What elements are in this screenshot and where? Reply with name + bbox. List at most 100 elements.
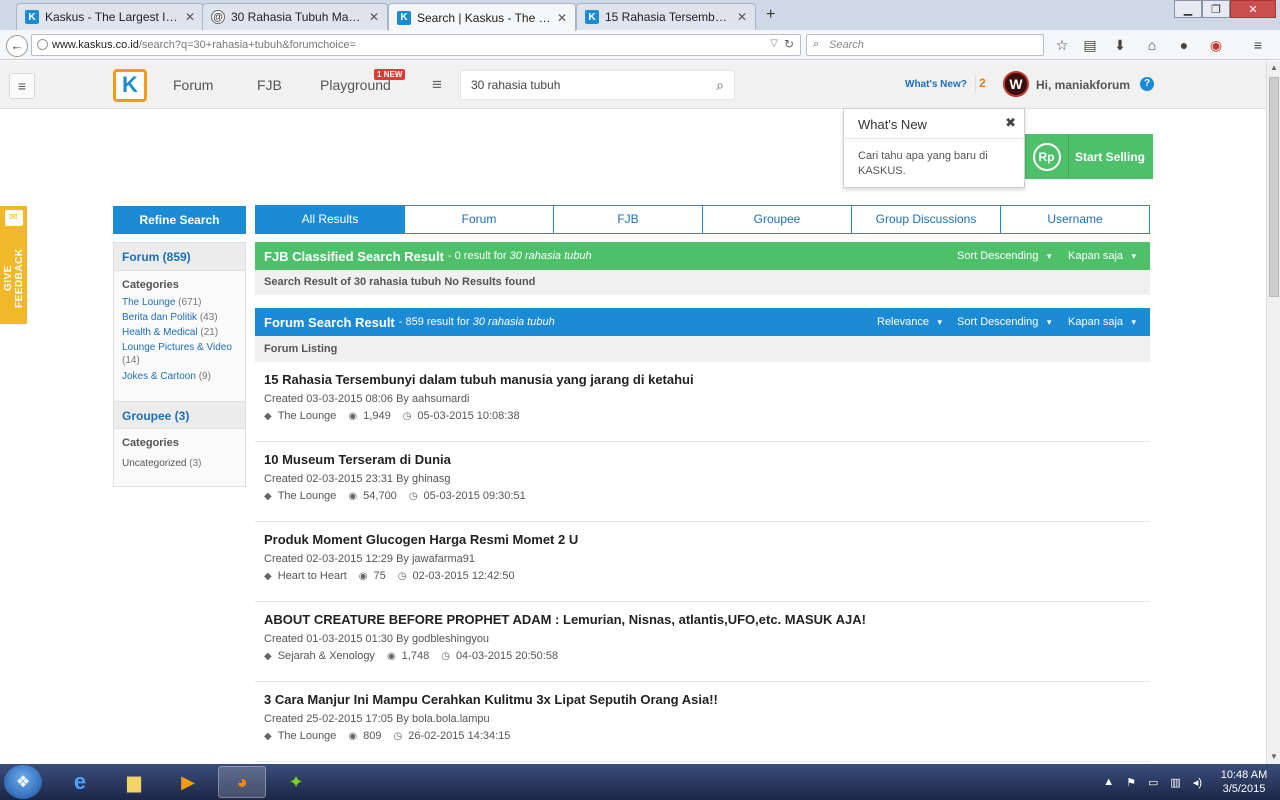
- chat-icon[interactable]: ●: [1175, 37, 1193, 53]
- scroll-down-icon[interactable]: ▼: [1267, 750, 1280, 764]
- category-item[interactable]: Lounge Pictures & Video (14): [114, 339, 245, 367]
- page-scrollbar[interactable]: ▲ ▼: [1266, 61, 1280, 764]
- tab-groupee[interactable]: Groupee: [703, 206, 852, 233]
- result-title-link[interactable]: ABOUT CREATURE BEFORE PROPHET ADAM : Lem…: [264, 612, 866, 627]
- result-title-link[interactable]: 15 Rahasia Tersembunyi dalam tubuh manus…: [264, 372, 694, 387]
- result-meta: ◆ Heart to Heart ◉ 75 ◷ 02-03-2015 12:42:50: [264, 570, 515, 582]
- network-icon[interactable]: ▥: [1170, 776, 1180, 789]
- reload-icon[interactable]: ↻: [784, 37, 794, 51]
- clock[interactable]: 10:48 AM 3/5/2015: [1214, 768, 1274, 796]
- clock-icon: ◷: [408, 490, 418, 502]
- category-item[interactable]: Jokes & Cartoon (9): [114, 367, 245, 383]
- browser-search-input[interactable]: ⌕ Search: [806, 34, 1044, 56]
- search-icon[interactable]: ⌕: [716, 71, 724, 99]
- close-window-button[interactable]: ✕: [1230, 0, 1276, 18]
- minimize-button[interactable]: ▁: [1174, 0, 1202, 18]
- tab-close-icon[interactable]: ✕: [737, 10, 747, 24]
- category-item[interactable]: Uncategorized (3): [114, 449, 245, 470]
- help-icon[interactable]: ?: [1140, 77, 1154, 91]
- whats-new-count[interactable]: 2: [975, 76, 989, 92]
- result-category-link[interactable]: The Lounge: [278, 730, 337, 742]
- internet-explorer-icon[interactable]: e: [56, 766, 104, 798]
- download-manager-icon[interactable]: ✦: [272, 766, 320, 798]
- show-hidden-icons-icon[interactable]: ▲: [1103, 776, 1114, 788]
- display-icon[interactable]: ▭: [1148, 776, 1158, 789]
- browser-tab-2[interactable]: @ 30 Rahasia Tubuh Manusia... ✕: [202, 3, 388, 30]
- tab-forum[interactable]: Forum: [405, 206, 554, 233]
- groupee-filter-header[interactable]: Groupee (3): [114, 401, 245, 429]
- result-title-link[interactable]: 10 Museum Terseram di Dunia: [264, 452, 451, 467]
- whats-new-link[interactable]: What's New?: [905, 79, 967, 90]
- category-item[interactable]: The Lounge (671): [114, 294, 245, 309]
- back-button-icon[interactable]: ←: [6, 35, 28, 57]
- user-greeting[interactable]: Hi, maniakforum: [1036, 78, 1130, 92]
- result-category-link[interactable]: Sejarah & Xenology: [278, 650, 375, 662]
- scroll-up-icon[interactable]: ▲: [1267, 61, 1280, 75]
- maximize-button[interactable]: ❐: [1202, 0, 1230, 18]
- hamburger-menu-icon[interactable]: ≡: [9, 73, 35, 99]
- result-title-link[interactable]: 3 Cara Manjur Ini Mampu Cerahkan Kulitmu…: [264, 692, 718, 707]
- browser-tab-1[interactable]: K Kaskus - The Largest Indon... ✕: [16, 3, 204, 30]
- site-info-icon[interactable]: [37, 39, 48, 50]
- browser-tab-4[interactable]: K 15 Rahasia Tersembunyi da... ✕: [576, 3, 756, 30]
- tab-fjb[interactable]: FJB: [554, 206, 703, 233]
- category-name[interactable]: The Lounge: [122, 297, 175, 308]
- dropdown-arrow-icon[interactable]: ▽: [770, 38, 778, 49]
- new-tab-button[interactable]: +: [766, 6, 775, 24]
- forum-sort-dropdown[interactable]: Sort Descending: [957, 308, 1051, 336]
- windows-taskbar: ❖ e ▆ ▶ ◕ ✦ ▲ ⚑ ▭ ▥ ◂) 10:48 AM 3/5/2015: [0, 764, 1280, 800]
- give-feedback-button[interactable]: ✉ GIVE FEEDBACK: [0, 206, 27, 324]
- volume-icon[interactable]: ◂): [1193, 776, 1202, 789]
- tab-all-results[interactable]: All Results: [256, 206, 405, 233]
- avatar[interactable]: W: [1003, 71, 1029, 97]
- start-selling-button[interactable]: Rp Start Selling: [1025, 134, 1153, 179]
- tab-close-icon[interactable]: ✕: [557, 11, 567, 25]
- tag-icon: ◆: [264, 490, 272, 502]
- url-bar[interactable]: www.kaskus.co.id/search?q=30+rahasia+tub…: [31, 34, 801, 56]
- category-name[interactable]: Lounge Pictures & Video: [122, 342, 232, 353]
- addon-icon[interactable]: ◉: [1207, 37, 1225, 53]
- category-name[interactable]: Berita dan Politik: [122, 312, 197, 323]
- popover-close-icon[interactable]: ✖: [1005, 115, 1016, 131]
- fjb-time-dropdown[interactable]: Kapan saja: [1068, 242, 1136, 270]
- kaskus-logo[interactable]: K: [113, 69, 147, 102]
- category-name[interactable]: Uncategorized: [122, 458, 186, 469]
- downloads-icon[interactable]: ⬇: [1111, 37, 1129, 53]
- clock-icon: ◷: [393, 730, 403, 742]
- result-category-link[interactable]: Heart to Heart: [278, 570, 347, 582]
- tab-close-icon[interactable]: ✕: [369, 10, 379, 24]
- forum-time-dropdown[interactable]: Kapan saja: [1068, 308, 1136, 336]
- file-explorer-icon[interactable]: ▆: [110, 766, 158, 798]
- firefox-icon[interactable]: ◕: [218, 766, 266, 798]
- home-icon[interactable]: ⌂: [1143, 37, 1161, 53]
- category-name[interactable]: Jokes & Cartoon: [122, 371, 196, 382]
- forum-relevance-dropdown[interactable]: Relevance: [877, 308, 942, 336]
- search-menu-icon[interactable]: ≡: [432, 75, 442, 95]
- forum-result-summary: - 859 result for 30 rahasia tubuh: [399, 316, 555, 328]
- result-title-link[interactable]: Produk Moment Glucogen Harga Resmi Momet…: [264, 532, 578, 547]
- category-item[interactable]: Berita dan Politik (43): [114, 309, 245, 324]
- fjb-sort-dropdown[interactable]: Sort Descending: [957, 242, 1051, 270]
- nav-fjb-link[interactable]: FJB: [257, 77, 282, 93]
- browser-tab-3[interactable]: K Search | Kaskus - The Large... ✕: [388, 3, 576, 31]
- category-item[interactable]: Health & Medical (21): [114, 324, 245, 339]
- menu-icon[interactable]: ≡: [1249, 37, 1267, 53]
- tag-icon: ◆: [264, 730, 272, 742]
- bookmarks-list-icon[interactable]: ▤: [1081, 37, 1099, 53]
- tag-icon: ◆: [264, 410, 272, 422]
- nav-forum-link[interactable]: Forum: [173, 77, 213, 93]
- category-name[interactable]: Health & Medical: [122, 327, 198, 338]
- tab-close-icon[interactable]: ✕: [185, 10, 195, 24]
- result-category-link[interactable]: The Lounge: [278, 490, 337, 502]
- kaskus-search-input[interactable]: 30 rahasia tubuh ⌕: [460, 70, 735, 100]
- refine-search-button[interactable]: Refine Search: [113, 206, 246, 234]
- scrollbar-thumb[interactable]: [1269, 77, 1279, 297]
- action-center-icon[interactable]: ⚑: [1126, 776, 1136, 789]
- forum-filter-header[interactable]: Forum (859): [114, 243, 245, 271]
- tab-group-discussions[interactable]: Group Discussions: [852, 206, 1001, 233]
- result-category-link[interactable]: The Lounge: [278, 410, 337, 422]
- bookmark-star-icon[interactable]: ☆: [1053, 37, 1071, 53]
- start-button-icon[interactable]: ❖: [4, 765, 42, 799]
- media-player-icon[interactable]: ▶: [164, 766, 212, 798]
- tab-username[interactable]: Username: [1001, 206, 1149, 233]
